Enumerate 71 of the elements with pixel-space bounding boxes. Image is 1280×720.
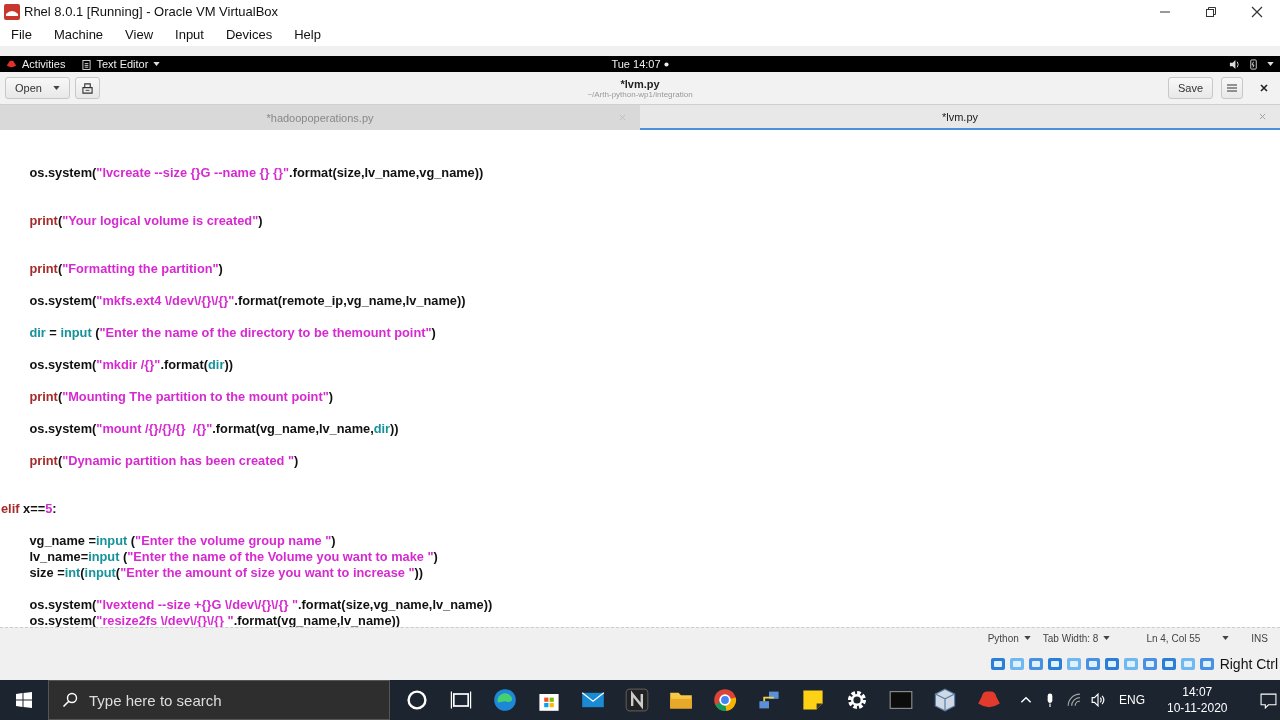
circle-icon[interactable]: [405, 688, 429, 712]
hat-icon: [6, 60, 17, 68]
clock[interactable]: Tue 14:07: [611, 58, 661, 70]
taskbar-time[interactable]: 14:07: [1182, 684, 1213, 700]
printer-icon: [80, 82, 94, 94]
editor-tab[interactable]: *lvm.py: [640, 105, 1280, 130]
code-line: print("Your logical volume is created"): [28, 213, 263, 228]
language-menu[interactable]: Python: [987, 632, 1031, 644]
new-document-button[interactable]: [74, 77, 100, 99]
code-line: print("Dynamic partition has been created "): [28, 453, 299, 468]
search-field[interactable]: Type here to search: [48, 680, 390, 720]
caret-icon: [1103, 636, 1111, 640]
speaker-icon[interactable]: [1229, 58, 1240, 70]
caret-icon[interactable]: [1267, 62, 1274, 66]
save-button[interactable]: Save: [1167, 77, 1213, 99]
menu-item[interactable]: Devices: [225, 27, 273, 42]
code-line: os.system("lvcreate --size {}G --name {} {}".format(size,lv_name,vg_name)): [28, 165, 484, 180]
code-line: os.system("mount /{}/{}/{} /{}".format(vg_name,lv_name,dir)): [28, 421, 399, 436]
menu-icon: [1227, 84, 1237, 92]
code-line: os.system("lvextend --size +{}G \/dev\/{}\/{} ".format(size,vg_name,lv_name)): [28, 597, 493, 612]
code-line: elif x==5:: [1, 501, 57, 516]
app-icon: [4, 3, 20, 20]
code-line: size =int(input("Enter the amount of size you want to increase ")): [28, 565, 424, 580]
windows-logo-icon[interactable]: [16, 692, 32, 708]
activities-button[interactable]: Activities: [22, 58, 66, 70]
code-line: print("Mounting The partition to the mount point"): [28, 389, 333, 404]
menu-item[interactable]: View: [125, 27, 154, 42]
insert-mode: INS: [1251, 632, 1268, 644]
clipboard-icon: [82, 58, 92, 70]
host-key: Right Ctrl: [1219, 656, 1278, 672]
gear-icon[interactable]: [845, 688, 869, 712]
code-line: os.system("mkdir /{}".format(dir)): [28, 357, 233, 372]
menu-item[interactable]: Input: [175, 27, 204, 42]
app-icon[interactable]: [625, 688, 649, 712]
tab-width-menu[interactable]: Tab Width: 8: [1042, 632, 1111, 644]
code-line: lv_name=input ("Enter the name of the Volume you want to make "): [28, 549, 438, 564]
browser-icon[interactable]: [713, 688, 737, 712]
window-title: Rhel 8.0.1 [Running] - Oracle VM VirtualBox: [24, 4, 279, 19]
code-line: os.system("resize2fs \/dev\/{}\/{} ".format(vg_name,lv_name)): [28, 613, 401, 627]
code-line: print("Formatting the partition"): [28, 261, 223, 276]
dot-icon: [663, 61, 669, 67]
cursor-position[interactable]: Ln 4, Col 55: [1146, 632, 1201, 644]
caret-icon: [52, 86, 60, 90]
menu-button[interactable]: [1221, 77, 1243, 99]
cube-icon[interactable]: [933, 688, 957, 712]
menu-item[interactable]: Machine: [53, 27, 104, 42]
code-line: os.system("mkfs.ext4 \/dev\/{}\/{}".format(remote_ip,vg_name,lv_name)): [28, 293, 466, 308]
note-icon[interactable]: [801, 688, 825, 712]
code-line: dir = input ("Enter the name of the directory to be themount point"): [28, 325, 436, 340]
taskbar-date[interactable]: 10-11-2020: [1167, 700, 1228, 716]
close-icon[interactable]: [1251, 5, 1263, 18]
restore-icon[interactable]: [1205, 5, 1217, 18]
close-icon[interactable]: [1259, 83, 1269, 93]
code-line: vg_name =input ("Enter the volume group name "): [28, 533, 336, 548]
battery-icon[interactable]: [1248, 58, 1259, 70]
menu-item[interactable]: Help: [294, 27, 321, 42]
search-icon: [62, 692, 78, 708]
document-path: ~/Arth-python-wp1/integration: [587, 89, 693, 99]
caret-icon[interactable]: [1222, 636, 1230, 640]
caret-icon: [1023, 636, 1031, 640]
menu-item[interactable]: File: [11, 27, 32, 42]
caret-icon: [153, 62, 161, 66]
document-title: *lvm.py: [620, 77, 660, 90]
app-menu[interactable]: Text Editor: [96, 58, 149, 70]
language-indicator[interactable]: ENG: [1119, 693, 1145, 707]
open-button[interactable]: Open: [5, 77, 70, 99]
wifi-icon[interactable]: [1067, 693, 1081, 707]
speaker-icon[interactable]: [1091, 693, 1105, 707]
notification-icon[interactable]: [1259, 691, 1277, 709]
browser-icon[interactable]: [493, 688, 517, 712]
terminal-icon[interactable]: [889, 688, 913, 712]
